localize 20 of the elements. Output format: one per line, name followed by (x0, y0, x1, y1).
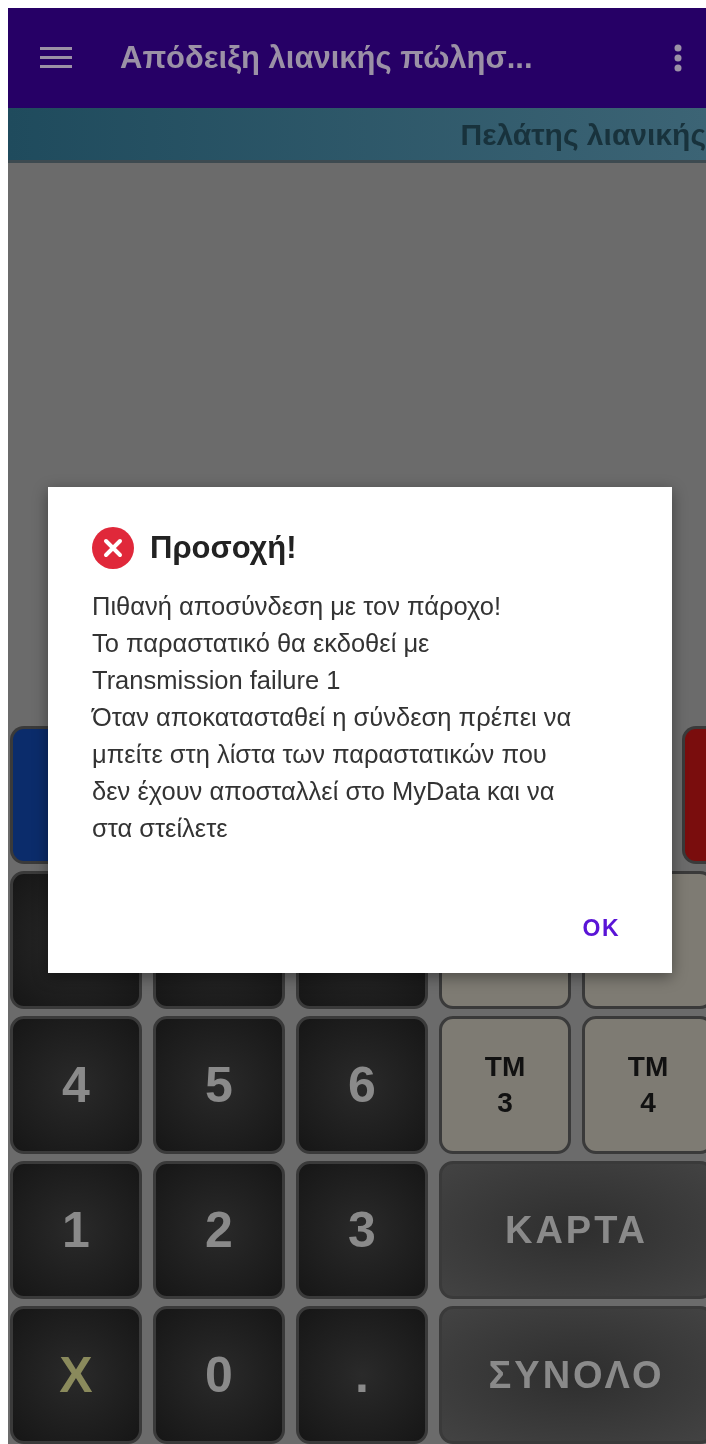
dialog-message: Πιθανή αποσύνδεση με τον πάροχο! Το παραστατικό θα εκδοθεί με Transmission failure 1 Όταν αποκατασταθεί η σύνδεση πρέπει να μπείτε στη λίστα των παραστατικών που δεν έχουν αποσταλλεί στο MyData και να στα στείλετε (92, 590, 573, 844)
error-icon (92, 527, 134, 570)
keypad-key[interactable]: . (296, 1306, 428, 1444)
tm-key[interactable]: ΤΜ 3 (439, 1016, 571, 1154)
multiply-key[interactable]: X (10, 1306, 142, 1444)
more-options-icon[interactable] (674, 44, 682, 72)
keypad-key[interactable]: 4 (10, 1016, 142, 1154)
keypad-key[interactable]: 1 (10, 1161, 142, 1299)
action-key[interactable]: ΚΑΡΤΑ (439, 1161, 706, 1299)
ok-button[interactable]: OK (570, 902, 632, 953)
keypad-key[interactable]: 3 (296, 1161, 428, 1299)
menu-icon[interactable] (40, 47, 72, 69)
keypad-key[interactable]: 2 (153, 1161, 285, 1299)
keypad-key[interactable]: 6 (296, 1016, 428, 1154)
app-title: Απόδειξη λιανικής πώλησ... (120, 38, 534, 77)
action-key[interactable]: ΣΥΝΟΛΟ (439, 1306, 706, 1444)
keypad-key[interactable]: 5 (153, 1016, 285, 1154)
dialog-title: Προσοχή! (150, 529, 297, 567)
tm-key[interactable]: ΤΜ 4 (582, 1016, 706, 1154)
keypad-key[interactable]: 0 (153, 1306, 285, 1444)
